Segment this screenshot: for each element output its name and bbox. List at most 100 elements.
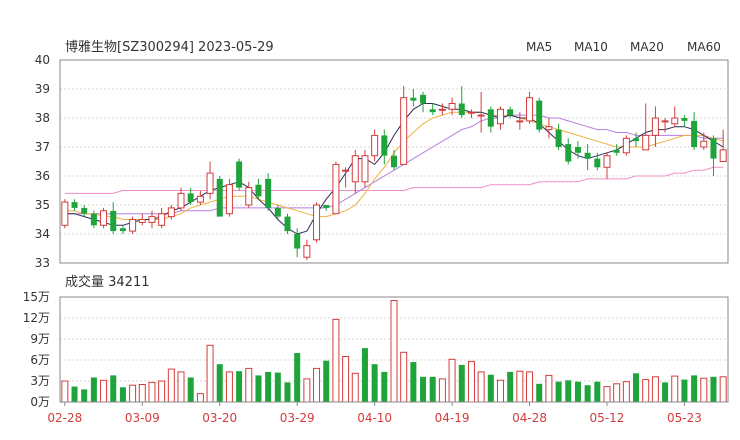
candle xyxy=(613,144,620,156)
price-axis: 40 39 38 37 36 35 34 33 xyxy=(35,53,50,270)
volume-tick-label: 0万 xyxy=(30,395,50,409)
volume-bar xyxy=(236,371,243,402)
candle xyxy=(216,176,223,217)
legend-ma60: MA60 xyxy=(687,40,721,54)
candle xyxy=(555,123,562,150)
price-panel: 40 39 38 37 36 35 34 33 xyxy=(35,53,729,270)
candle xyxy=(303,239,311,261)
candle xyxy=(196,190,204,205)
volume-bar xyxy=(100,379,108,403)
volume-bar xyxy=(410,362,417,402)
price-tick-label: 40 xyxy=(35,53,50,67)
candle xyxy=(265,173,272,211)
volume-bar xyxy=(700,377,708,403)
volume-bar xyxy=(196,393,204,403)
volume-bar xyxy=(255,375,262,402)
stock-chart: 博雅生物[SZ300294] 2023-05-29 MA5 MA10 MA20 … xyxy=(23,40,729,425)
volume-bar xyxy=(496,379,504,403)
candle xyxy=(651,106,659,147)
volume-bar xyxy=(342,356,350,403)
candle xyxy=(110,202,117,234)
volume-bar xyxy=(371,364,378,402)
volume-tick-label: 15万 xyxy=(23,290,50,304)
volume-bar xyxy=(536,383,543,402)
volume-bar xyxy=(681,379,688,402)
volume-bars xyxy=(61,300,727,403)
volume-bar xyxy=(284,382,291,402)
candle xyxy=(119,225,126,234)
volume-bar xyxy=(61,380,69,403)
candle xyxy=(342,167,350,188)
volume-bar xyxy=(516,370,524,403)
volume-bar xyxy=(265,371,272,402)
volume-bar xyxy=(245,367,253,403)
candle xyxy=(71,199,78,211)
price-tick-label: 37 xyxy=(35,140,50,154)
volume-bar xyxy=(719,376,727,403)
candle xyxy=(177,187,185,211)
date-label: 03-29 xyxy=(280,411,315,425)
date-label: 02-28 xyxy=(47,411,82,425)
candle xyxy=(400,86,408,165)
date-label: 04-10 xyxy=(357,411,392,425)
price-tick-label: 33 xyxy=(35,256,50,270)
candle xyxy=(323,205,330,211)
volume-bar xyxy=(81,389,88,402)
volume-tick-label: 9万 xyxy=(30,332,50,346)
legend-ma10: MA10 xyxy=(574,40,608,54)
volume-title: 成交量 34211 xyxy=(65,274,150,290)
volume-tick-label: 6万 xyxy=(30,353,50,367)
volume-bar xyxy=(613,383,621,403)
candle xyxy=(236,158,243,191)
volume-bar xyxy=(429,376,436,402)
volume-bar xyxy=(216,364,223,402)
candle xyxy=(584,144,591,171)
legend: MA5 MA10 MA20 MA60 xyxy=(526,40,721,54)
candle xyxy=(100,207,108,229)
candle xyxy=(420,91,427,113)
volume-bar xyxy=(507,371,514,402)
volume-bar xyxy=(594,381,601,402)
candle xyxy=(245,181,253,208)
volume-bar xyxy=(206,344,214,403)
candle xyxy=(371,129,379,162)
candle xyxy=(381,129,388,165)
volume-bar xyxy=(487,374,494,402)
candle xyxy=(603,152,611,179)
candle xyxy=(332,161,340,215)
candle xyxy=(507,106,514,118)
volume-bar xyxy=(642,379,650,403)
price-tick-label: 38 xyxy=(35,111,50,125)
candle xyxy=(429,103,436,116)
candle xyxy=(206,161,214,200)
volume-bar xyxy=(420,376,427,402)
volume-tick-label: 3万 xyxy=(30,374,50,388)
price-tick-label: 36 xyxy=(35,169,50,183)
candle xyxy=(390,149,398,171)
candle xyxy=(458,86,465,118)
volume-bar xyxy=(225,371,233,403)
volume-bar xyxy=(71,386,78,402)
volume-bar xyxy=(361,348,368,402)
date-label: 05-12 xyxy=(590,411,625,425)
candle xyxy=(496,106,504,130)
volume-tick-label: 12万 xyxy=(23,311,50,325)
volume-bar xyxy=(584,385,591,402)
candle xyxy=(671,106,679,127)
candle xyxy=(545,118,553,139)
chart-title: 博雅生物[SZ300294] 2023-05-29 xyxy=(65,40,274,55)
candle xyxy=(410,89,417,107)
volume-bar xyxy=(565,380,572,402)
candle xyxy=(438,103,446,116)
date-axis: 02-28 03-09 03-20 03-29 04-10 04-19 04-28 05-12… xyxy=(47,402,702,425)
volume-bar xyxy=(148,381,156,403)
volume-bar xyxy=(438,378,446,403)
candle xyxy=(710,135,717,176)
candle xyxy=(526,91,534,124)
candle xyxy=(138,213,146,226)
candle xyxy=(313,202,321,243)
volume-bar xyxy=(323,360,330,402)
price-tick-label: 34 xyxy=(35,227,50,241)
candle xyxy=(681,115,688,127)
volume-bar xyxy=(574,381,581,402)
